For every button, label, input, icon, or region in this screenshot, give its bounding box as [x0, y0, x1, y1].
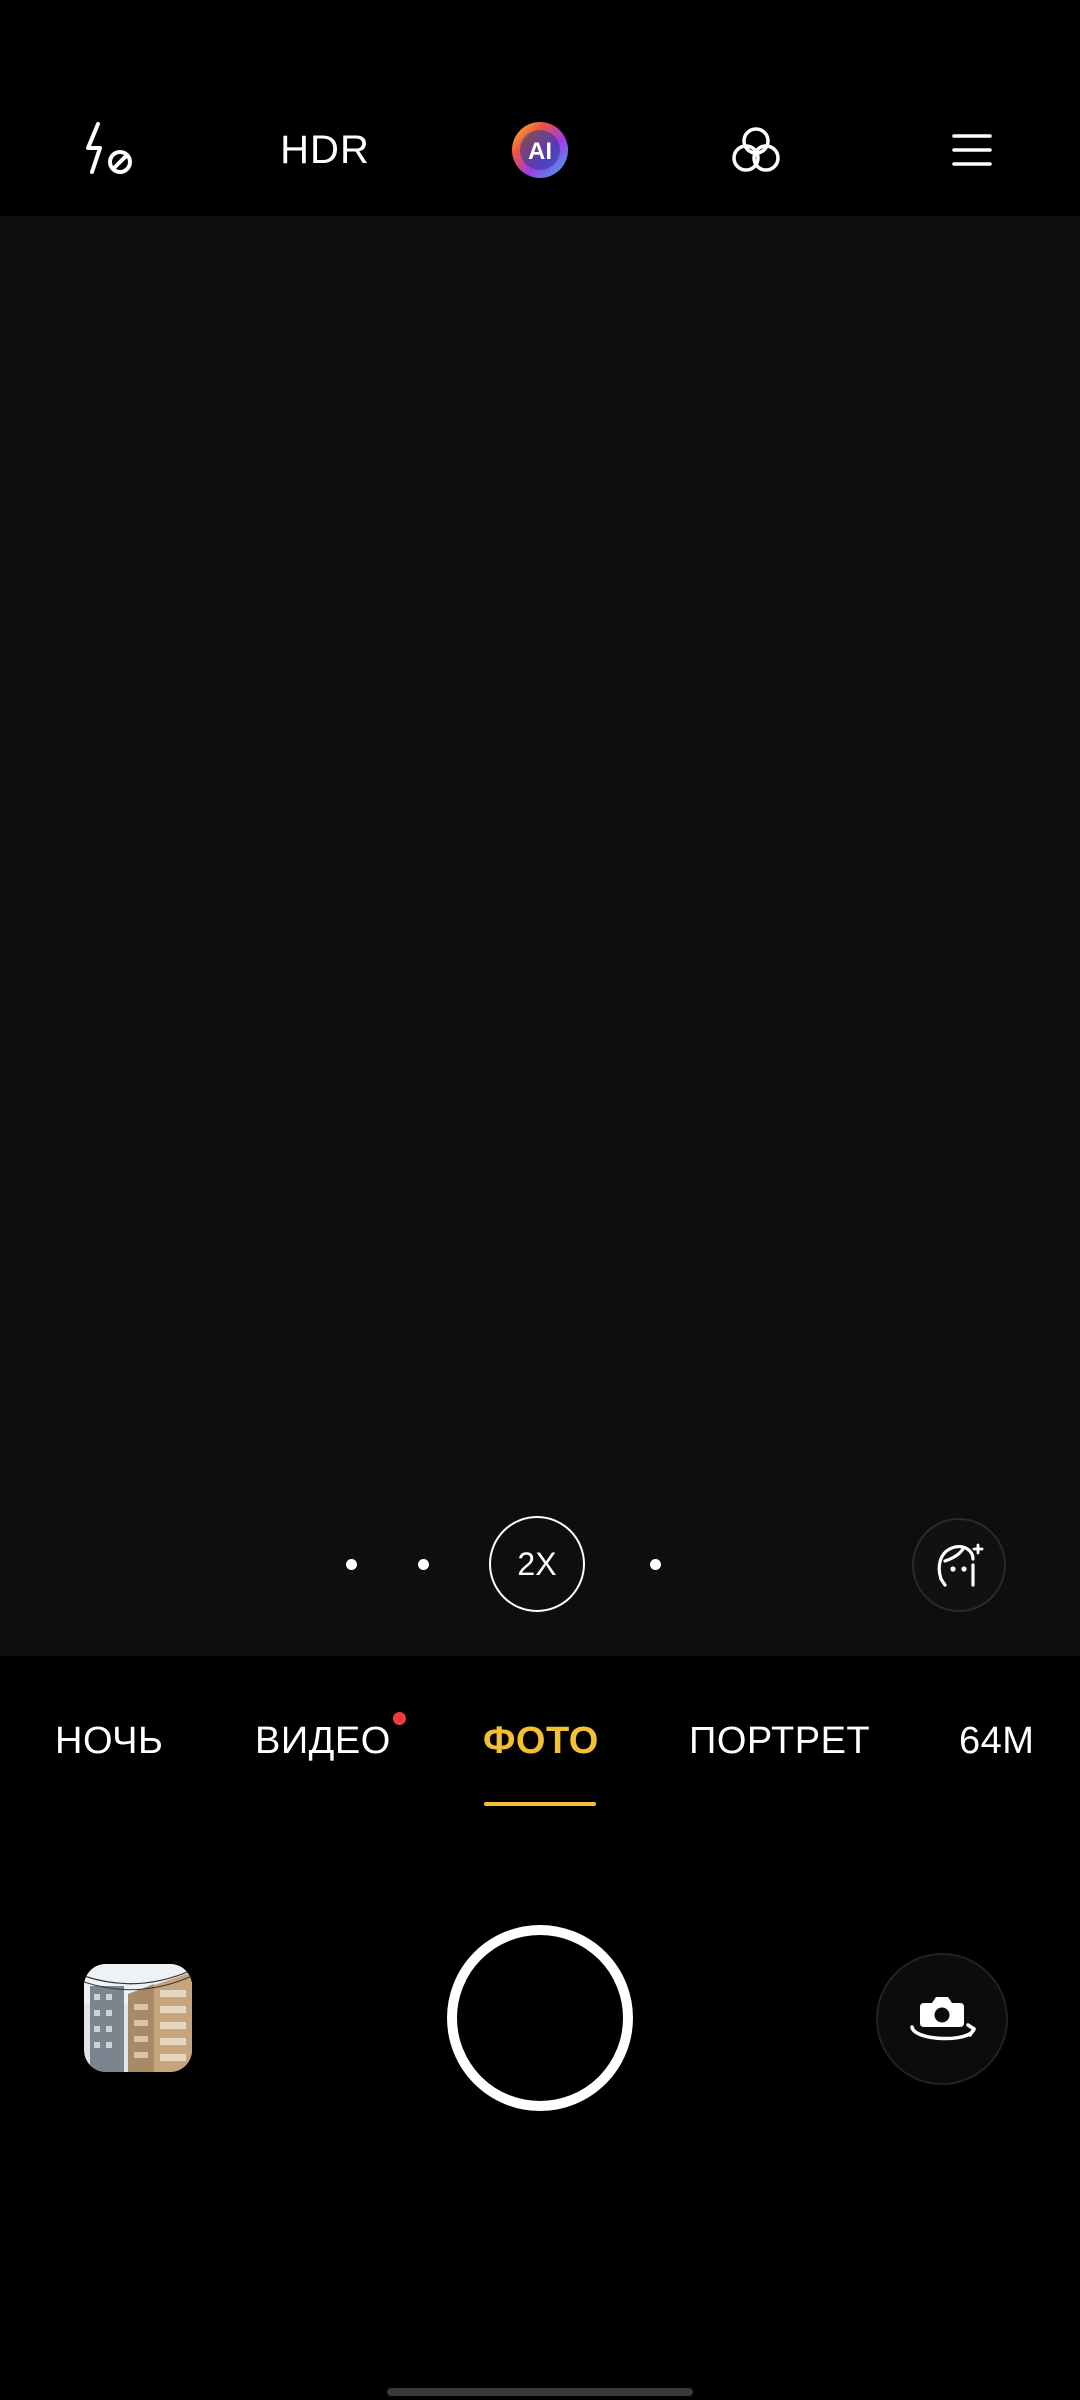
filters-icon	[732, 127, 780, 172]
zoom-2x-button[interactable]: 2X	[489, 1516, 585, 1612]
home-indicator[interactable]	[387, 2388, 693, 2396]
zoom-option-dot[interactable]	[418, 1559, 429, 1570]
mode-video[interactable]: ВИДЕО	[255, 1720, 391, 1763]
zoom-option-dot[interactable]	[650, 1559, 661, 1570]
gallery-image	[84, 1964, 192, 2072]
filters-button[interactable]	[716, 110, 796, 190]
flash-off-icon	[86, 122, 132, 174]
ai-label: AI	[528, 138, 552, 165]
flash-toggle-button[interactable]	[68, 110, 148, 190]
beauty-mode-button[interactable]	[912, 1518, 1006, 1612]
zoom-label: 2X	[517, 1545, 557, 1582]
ai-icon: AI	[512, 122, 568, 178]
switch-camera-icon	[910, 1997, 976, 2041]
camera-app: HDR AI 2X НОЧЬ ВИДЕО ФОТО ПОРТРЕТ 64M	[0, 0, 1080, 2400]
menu-icon	[952, 134, 992, 166]
viewfinder[interactable]	[0, 216, 1080, 1656]
mode-night[interactable]: НОЧЬ	[55, 1720, 163, 1763]
gallery-thumbnail[interactable]	[84, 1964, 192, 2072]
beauty-face-icon	[937, 1543, 984, 1587]
mode-photo[interactable]: ФОТО	[483, 1720, 599, 1763]
ai-scene-button[interactable]: AI	[500, 110, 580, 190]
menu-button[interactable]	[932, 110, 1012, 190]
switch-camera-button[interactable]	[876, 1953, 1008, 2085]
hdr-label: HDR	[280, 127, 370, 172]
top-toolbar: HDR AI	[0, 0, 1080, 216]
mode-64m[interactable]: 64M	[959, 1720, 1034, 1763]
hdr-button[interactable]: HDR	[280, 110, 370, 190]
zoom-option-dot[interactable]	[346, 1559, 357, 1570]
shutter-button[interactable]	[447, 1925, 633, 2111]
mode-portrait[interactable]: ПОРТРЕТ	[689, 1720, 870, 1763]
active-mode-indicator	[484, 1802, 596, 1806]
video-notification-dot	[393, 1712, 406, 1725]
